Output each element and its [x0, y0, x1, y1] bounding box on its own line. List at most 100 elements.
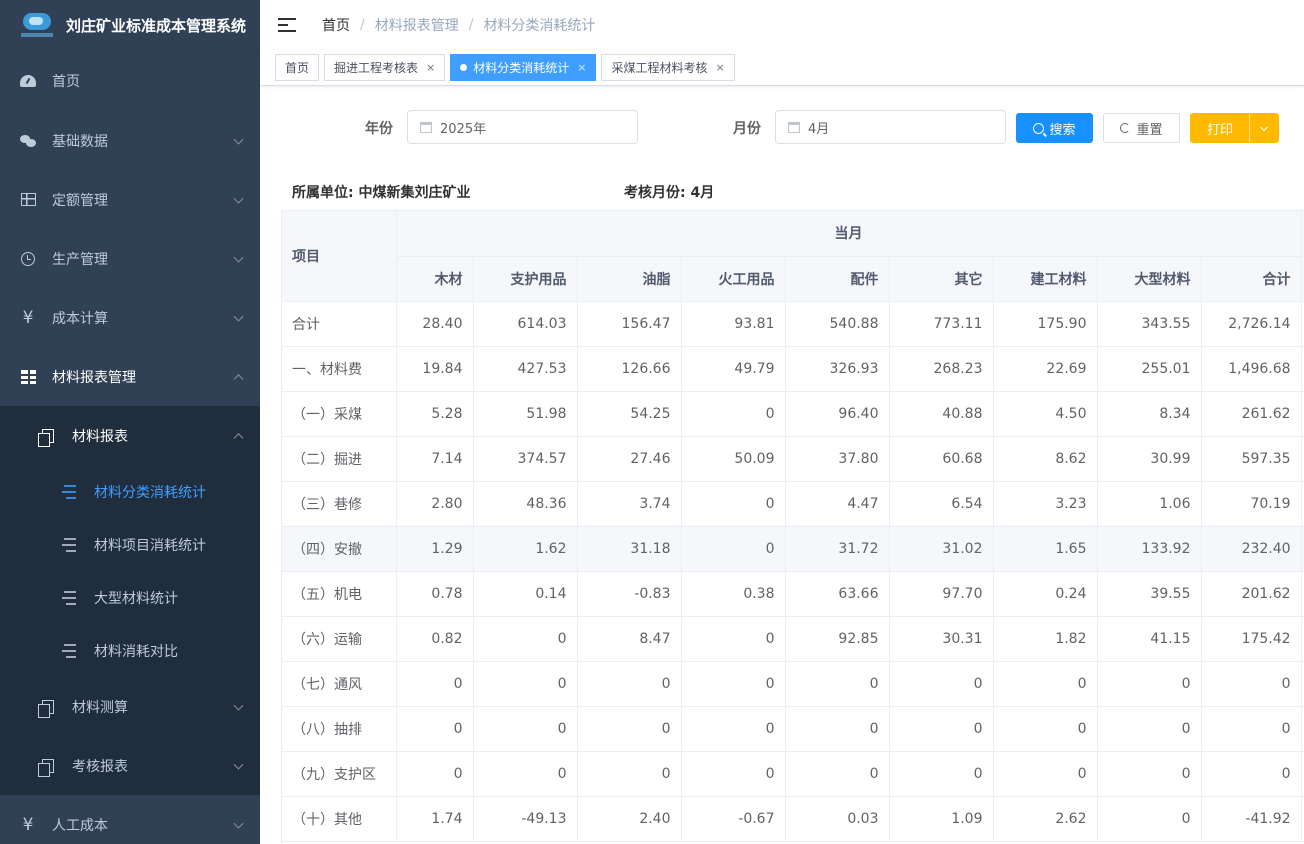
value-cell: 8.34	[1097, 391, 1202, 437]
chevron-down-icon[interactable]	[1259, 122, 1269, 132]
value-cell: 597.35	[1201, 436, 1302, 482]
table-body: 合计 28.40 614.03 156.47 93.81 540.88 773.11 175.…	[282, 301, 1304, 842]
submenu-item-material-report[interactable]: 材料报表	[0, 406, 260, 465]
value-cell: 1.09	[889, 796, 994, 842]
value-cell: 0	[577, 661, 682, 707]
chevron-down-icon	[233, 311, 244, 322]
menu-item-labor-cost[interactable]: ¥ 人工成本	[0, 795, 260, 844]
close-icon[interactable]: ×	[716, 61, 725, 74]
table-row: 合计 28.40 614.03 156.47 93.81 540.88 773.11 175.…	[282, 301, 1304, 347]
breadcrumb-separator: /	[360, 17, 365, 33]
list-icon	[62, 643, 78, 658]
value-cell: -0.67	[681, 796, 786, 842]
reset-button-label: 重置	[1136, 122, 1163, 138]
value-cell: 1.74	[396, 796, 474, 842]
value-cell: 4.47	[785, 481, 890, 527]
table-row: （六）运输 0.82 0 8.47 0 92.85 30.31 1.82 41.15 175.42	[282, 616, 1304, 662]
value-cell: 51.98	[473, 391, 578, 437]
leaf-label: 材料消耗对比	[94, 643, 178, 660]
search-button-label: 搜索	[1049, 122, 1076, 138]
value-cell: 268.23	[889, 346, 994, 392]
value-cell: 0	[1097, 751, 1202, 797]
column-header: 配件	[785, 256, 890, 302]
document-icon	[38, 428, 56, 447]
value-cell: -0.83	[577, 571, 682, 617]
leaf-label: 大型材料统计	[94, 590, 178, 607]
leaf-label: 材料项目消耗统计	[94, 537, 206, 554]
breadcrumb-home[interactable]: 首页	[322, 15, 350, 35]
leaf-item-consumption-compare[interactable]: 材料消耗对比	[0, 624, 260, 677]
value-cell: 374.57	[473, 436, 578, 482]
table-row: （七）通风 0 0 0 0 0 0 0 0 0	[282, 661, 1304, 707]
value-cell: 1,496.68	[1201, 346, 1302, 392]
leaf-item-project-consumption[interactable]: 材料项目消耗统计	[0, 518, 260, 571]
value-cell: 1.82	[993, 616, 1098, 662]
value-cell: 31.72	[785, 526, 890, 572]
value-cell: 0.78	[396, 571, 474, 617]
leaf-item-category-consumption[interactable]: 材料分类消耗统计	[0, 465, 260, 518]
print-button[interactable]: 打印	[1190, 113, 1279, 143]
value-cell: -41.92	[1201, 796, 1302, 842]
value-cell: 39.55	[1097, 571, 1202, 617]
tab-mining-material-assessment[interactable]: 采煤工程材料考核 ×	[601, 54, 735, 81]
value-cell: 22.69	[993, 346, 1098, 392]
submenu-item-assessment-report[interactable]: 考核报表	[0, 736, 260, 795]
value-cell: 0	[889, 661, 994, 707]
menu-item-home[interactable]: 首页	[0, 50, 260, 111]
value-cell: 19.84	[396, 346, 474, 392]
menu-item-quota[interactable]: 定额管理	[0, 170, 260, 229]
reset-button[interactable]: 重置	[1103, 113, 1180, 143]
value-cell: 0	[785, 751, 890, 797]
chat-icon	[20, 133, 36, 149]
row-name-cell: 合计	[282, 301, 397, 347]
value-cell: 63.66	[785, 571, 890, 617]
value-cell: 0.38	[681, 571, 786, 617]
close-icon[interactable]: ×	[426, 61, 435, 74]
print-button-label: 打印	[1207, 122, 1234, 138]
report-table-container: 项目 当月 木材 支护用品 油脂 火工用品 配件 其它 建工材料 大型材料 合计 合计 28.40…	[281, 210, 1304, 844]
value-cell: 7.14	[396, 436, 474, 482]
tab-excavation-assessment[interactable]: 掘进工程考核表 ×	[324, 54, 446, 81]
chevron-down-icon	[233, 759, 244, 770]
value-cell: 54.25	[577, 391, 682, 437]
menu-item-cost-calc[interactable]: ¥ 成本计算	[0, 288, 260, 347]
value-cell: 30.99	[1097, 436, 1202, 482]
value-cell: 97.70	[889, 571, 994, 617]
table-row: （九）支护区 0 0 0 0 0 0 0 0 0	[282, 751, 1304, 797]
value-cell: 0	[993, 706, 1098, 752]
value-cell: 40.88	[889, 391, 994, 437]
value-cell: 0	[577, 751, 682, 797]
tab-home[interactable]: 首页	[275, 54, 320, 81]
menu-label: 成本计算	[52, 310, 108, 327]
value-cell: 1.62	[473, 526, 578, 572]
value-cell: 0	[473, 706, 578, 752]
document-icon	[38, 758, 56, 777]
value-cell: 37.80	[785, 436, 890, 482]
value-cell: 4.50	[993, 391, 1098, 437]
submenu-item-material-estimate[interactable]: 材料测算	[0, 677, 260, 736]
search-button[interactable]: 搜索	[1016, 113, 1093, 143]
app-title: 刘庄矿业标准成本管理系统	[66, 16, 247, 35]
column-header: 支护用品	[473, 256, 578, 302]
value-cell: 0	[473, 751, 578, 797]
value-cell: 343.55	[1097, 301, 1202, 347]
menu-item-material-reports[interactable]: 材料报表管理	[0, 347, 260, 406]
value-cell: 0	[1097, 796, 1202, 842]
hamburger-icon[interactable]	[278, 18, 296, 32]
table-row: （四）安撤 1.29 1.62 31.18 0 31.72 31.02 1.65 133.92 2…	[282, 526, 1304, 572]
value-cell: 0	[1201, 661, 1302, 707]
menu-item-production[interactable]: 生产管理	[0, 229, 260, 288]
month-picker[interactable]: 4月	[775, 110, 1006, 144]
value-cell: 201.62	[1201, 571, 1302, 617]
leaf-item-large-materials[interactable]: 大型材料统计	[0, 571, 260, 624]
value-cell: 0	[889, 706, 994, 752]
value-cell: 1.29	[396, 526, 474, 572]
menu-label: 人工成本	[52, 817, 108, 834]
list-icon	[62, 590, 78, 605]
close-icon[interactable]: ×	[577, 61, 586, 74]
tab-category-consumption[interactable]: 材料分类消耗统计 ×	[450, 54, 597, 81]
menu-item-basic-data[interactable]: 基础数据	[0, 111, 260, 170]
table-row: （三）巷修 2.80 48.36 3.74 0 4.47 6.54 3.23 1.06 70.19	[282, 481, 1304, 527]
tags-view: 首页 掘进工程考核表 × 材料分类消耗统计 × 采煤工程材料考核 ×	[260, 50, 1304, 86]
year-picker[interactable]: 2025年	[407, 110, 638, 144]
